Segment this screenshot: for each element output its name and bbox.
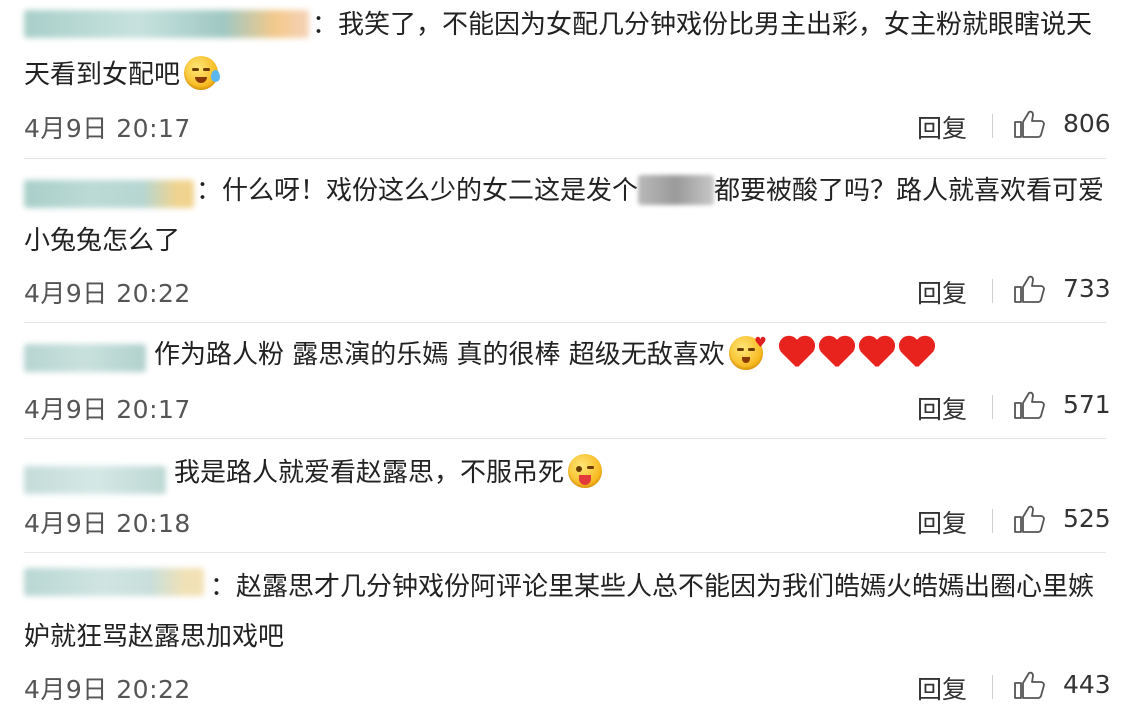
comment-text-line: ：赵露思才几分钟戏份阿评论里某些人总不能因为我们皓嫣火皓嫣出圈心里嫉妒就狂骂赵露… bbox=[24, 572, 1095, 652]
thumbs-up-icon[interactable] bbox=[1013, 109, 1045, 139]
heart-icon bbox=[819, 335, 855, 369]
redacted-text bbox=[638, 175, 715, 205]
heart-icon bbox=[779, 335, 815, 369]
divider bbox=[24, 158, 1106, 159]
comment-date: 4月9日 20:17 bbox=[24, 114, 191, 143]
reply-button[interactable]: 回复 bbox=[917, 670, 967, 706]
separator bbox=[992, 675, 993, 699]
comment-text-body: 我是路人就爱看赵露思，不服吊死 bbox=[24, 448, 1109, 498]
comment-date: 4月9日 20:22 bbox=[24, 279, 191, 308]
separator bbox=[992, 114, 993, 138]
comment-text-line: 作为路人粉 露思演的乐嫣 真的很棒 超级无敌喜欢 bbox=[154, 340, 725, 370]
thumbs-up-icon[interactable] bbox=[1013, 670, 1045, 700]
comment-text-line: ：什么呀！戏份这么少的女二这是发个 bbox=[196, 176, 639, 206]
divider bbox=[24, 438, 1106, 439]
comment-meta: 4月9日 20:18 回复 525 bbox=[0, 500, 1142, 540]
comment-text-body: ：我笑了，不能因为女配几分钟戏份比男主出彩，女主粉就眼瞎说天天看到女配吧 bbox=[24, 0, 1109, 100]
separator bbox=[992, 509, 993, 533]
thumbs-up-icon[interactable] bbox=[1013, 504, 1045, 534]
kissing-face-icon: ♥ bbox=[728, 336, 767, 370]
divider bbox=[24, 322, 1106, 323]
comment-text-body: ：赵露思才几分钟戏份阿评论里某些人总不能因为我们皓嫣火皓嫣出圈心里嫉妒就狂骂赵露… bbox=[24, 562, 1109, 662]
divider bbox=[24, 552, 1106, 553]
heart-icon bbox=[859, 335, 895, 369]
reply-button[interactable]: 回复 bbox=[917, 504, 967, 540]
thumbs-up-icon[interactable] bbox=[1013, 274, 1045, 304]
like-count: 525 bbox=[1063, 504, 1111, 533]
comment-meta: 4月9日 20:22 回复 443 bbox=[0, 666, 1142, 706]
comment-date: 4月9日 20:18 bbox=[24, 509, 191, 538]
thumbs-up-icon[interactable] bbox=[1013, 390, 1045, 420]
comment-text-body: ：什么呀！戏份这么少的女二这是发个 都要被酸了吗？路人就喜欢看可爱小兔兔怎么了 bbox=[24, 166, 1109, 266]
like-count: 571 bbox=[1063, 390, 1111, 419]
reply-button[interactable]: 回复 bbox=[917, 109, 967, 145]
reply-button[interactable]: 回复 bbox=[917, 274, 967, 310]
like-count: 443 bbox=[1063, 670, 1111, 699]
heart-icon bbox=[899, 335, 935, 369]
sweat-face-icon bbox=[184, 56, 221, 90]
comment-date: 4月9日 20:22 bbox=[24, 675, 191, 704]
comment-text-body: 作为路人粉 露思演的乐嫣 真的很棒 超级无敌喜欢 ♥ bbox=[24, 330, 1109, 380]
comment-meta: 4月9日 20:17 回复 806 bbox=[0, 105, 1142, 145]
comment-meta: 4月9日 20:17 回复 571 bbox=[0, 386, 1142, 426]
separator bbox=[992, 395, 993, 419]
like-count: 733 bbox=[1063, 274, 1111, 303]
comment-meta: 4月9日 20:22 回复 733 bbox=[0, 270, 1142, 310]
tongue-face-icon bbox=[568, 454, 603, 488]
like-count: 806 bbox=[1063, 109, 1111, 138]
comment-date: 4月9日 20:17 bbox=[24, 395, 191, 424]
reply-button[interactable]: 回复 bbox=[917, 390, 967, 426]
separator bbox=[992, 279, 993, 303]
comment-text-line: 我是路人就爱看赵露思，不服吊死 bbox=[174, 458, 565, 488]
